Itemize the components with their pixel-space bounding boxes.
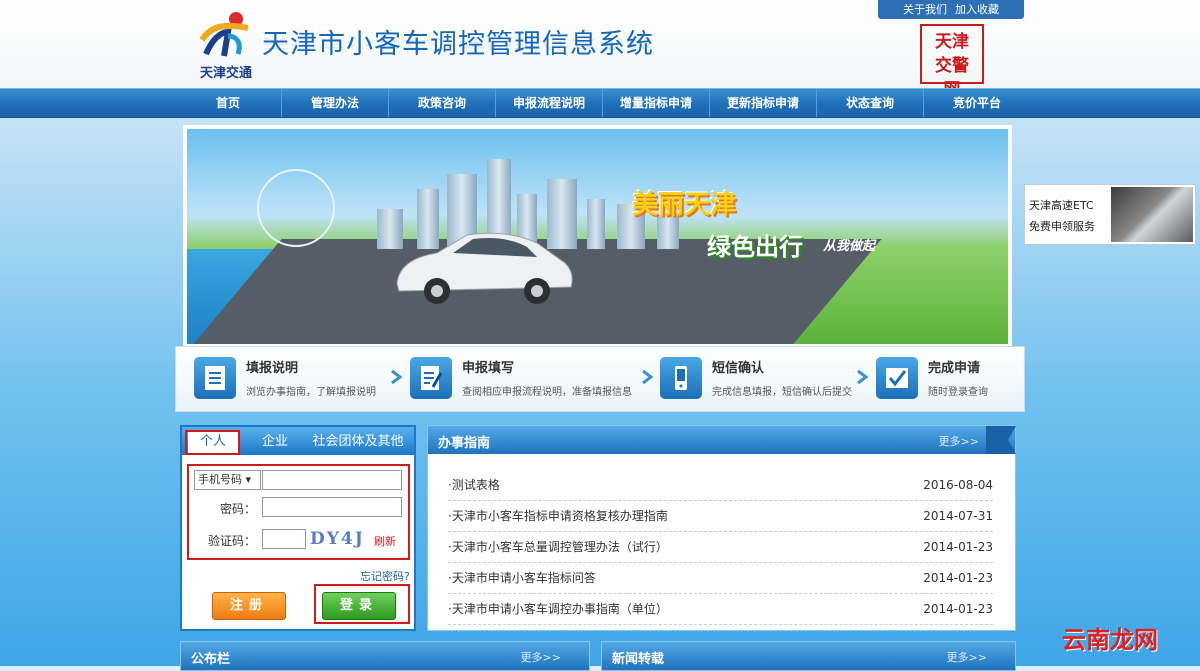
nav-policy-consult[interactable]: 政策咨询 [389, 89, 496, 117]
step-desc: 随时登录查询 [928, 387, 988, 398]
notice-more-link[interactable]: 更多>> [521, 649, 561, 665]
password-input[interactable] [262, 497, 402, 517]
add-favorite-link[interactable]: 加入收藏 [955, 3, 999, 16]
banner-slogan-green-travel: 绿色出行 [707, 233, 803, 261]
step-title: 完成申请 [928, 361, 981, 376]
captcha-input[interactable] [262, 529, 306, 549]
chevron-right-icon [857, 369, 868, 385]
logo-text: 天津交通 [199, 66, 252, 81]
nav-new-quota[interactable]: 增量指标申请 [603, 89, 710, 117]
application-steps: 填报说明 浏览办事指南，了解填报说明 申报填写 查阅相应申报流程说明，准备填报信… [175, 346, 1025, 412]
service-guide-panel: 办事指南 更多>> ·测试表格 2016-08-04 ·天津市小客车指标申请资格复… [427, 425, 1016, 631]
notice-board-header: 公布栏 更多>> [180, 641, 590, 671]
news-title: 新闻转载 [612, 652, 665, 667]
forgot-password-link[interactable]: 忘记密码? [360, 568, 410, 584]
about-us-link[interactable]: 关于我们 [903, 3, 947, 16]
captcha-image[interactable]: DY4J [310, 529, 368, 551]
notice-title: 公布栏 [191, 652, 231, 667]
password-row: 密码： [190, 497, 406, 519]
mobile-phone-icon [660, 357, 702, 399]
nav-status-query[interactable]: 状态查询 [817, 89, 924, 117]
nav-management-rules[interactable]: 管理办法 [282, 89, 389, 117]
step-sms-confirm: 短信确认 完成信息填报，短信确认后提交 [660, 355, 852, 405]
etc-ad[interactable]: 天津高速ETC 免费申领服务 [1024, 184, 1196, 245]
edit-form-icon [410, 357, 452, 399]
nav-process-guide[interactable]: 申报流程说明 [496, 89, 603, 117]
guide-item-date: 2014-01-23 [923, 540, 993, 554]
ferris-wheel-icon [257, 169, 335, 247]
step-fill-application: 申报填写 查阅相应申报流程说明，准备填报信息 [410, 355, 632, 405]
guide-item-title: ·天津市小客车指标申请资格复核办理指南 [448, 509, 668, 523]
step-fill-instructions: 填报说明 浏览办事指南，了解填报说明 [194, 355, 384, 405]
nav-home[interactable]: 首页 [175, 89, 282, 117]
nav-bidding-platform[interactable]: 竞价平台 [924, 89, 1030, 117]
news-more-link[interactable]: 更多>> [947, 649, 987, 665]
password-label: 密码： [220, 502, 257, 516]
list-item[interactable]: ·天津市申请小客车指标问答 2014-01-23 [448, 563, 993, 594]
phone-input[interactable] [262, 470, 402, 490]
guide-item-date: 2014-07-31 [923, 509, 993, 523]
id-type-select[interactable]: 手机号码 ▾ [194, 470, 261, 490]
captcha-row: 验证码： DY4J 刷新 [190, 529, 406, 551]
guide-header: 办事指南 更多>> [428, 426, 1016, 454]
chevron-right-icon [391, 369, 402, 385]
banner-slogan-beautiful-tianjin: 美丽天津 [632, 190, 737, 220]
guide-list: ·测试表格 2016-08-04 ·天津市小客车指标申请资格复核办理指南 2014-… [448, 470, 993, 625]
captcha-label: 验证码： [208, 534, 257, 548]
etc-line2: 免费申领服务 [1029, 220, 1095, 233]
site-title-reflection: 天津市小客车调控管理信息系统 [262, 35, 654, 51]
step-title: 填报说明 [246, 361, 299, 376]
chevron-right-icon [642, 369, 653, 385]
etc-card-image [1111, 187, 1193, 242]
car-icon [396, 232, 573, 304]
guide-item-date: 2016-08-04 [923, 478, 993, 492]
guide-more-link[interactable]: 更多>> [939, 433, 979, 449]
list-item[interactable]: ·测试表格 2016-08-04 [448, 470, 993, 501]
register-button[interactable]: 注册 [212, 592, 286, 620]
banner-slogan-start-with-me: 从我做起 [823, 239, 876, 254]
list-item[interactable]: ·天津市小客车指标申请资格复核办理指南 2014-07-31 [448, 501, 993, 532]
step-desc: 完成信息填报，短信确认后提交 [712, 387, 852, 398]
site-header: 天津交通 天津市小客车调控管理信息系统 天津市小客车调控管理信息系统 关于我们加… [0, 0, 1200, 100]
main-nav: 首页 管理办法 政策咨询 申报流程说明 增量指标申请 更新指标申请 状态查询 竞… [0, 88, 1200, 118]
captcha-refresh-link[interactable]: 刷新 [374, 533, 396, 549]
hero-banner: 美丽天津 绿色出行 从我做起 [183, 125, 1012, 348]
guide-item-title: ·测试表格 [448, 478, 500, 492]
id-row: 手机号码 ▾ [190, 470, 406, 492]
step-complete: 完成申请 随时登录查询 [876, 355, 1066, 405]
ribbon-flag-icon [986, 426, 1016, 454]
login-panel: 个人 企业 社会团体及其他 手机号码 ▾ 密码： 验证码： DY4J 刷新 忘记… [180, 425, 416, 631]
guide-item-date: 2014-01-23 [923, 602, 993, 616]
step-desc: 浏览办事指南，了解填报说明 [246, 387, 376, 398]
step-title: 短信确认 [712, 361, 765, 376]
guide-item-title: ·天津市申请小客车指标问答 [448, 571, 596, 585]
list-item[interactable]: ·天津市小客车总量调控管理办法（试行） 2014-01-23 [448, 532, 993, 563]
watermark: 云南龙网 [1062, 625, 1158, 654]
login-button[interactable]: 登录 [322, 592, 396, 620]
logo[interactable]: 天津交通 [190, 10, 260, 81]
tab-enterprise[interactable]: 企业 [252, 430, 298, 454]
nav-update-quota[interactable]: 更新指标申请 [710, 89, 817, 117]
guide-item-title: ·天津市申请小客车调控办事指南（单位） [448, 602, 668, 616]
list-item[interactable]: ·天津市申请小客车调控办事指南（单位） 2014-01-23 [448, 594, 993, 625]
etc-line1: 天津高速ETC [1029, 199, 1094, 212]
tianjin-transport-logo-icon [199, 12, 249, 57]
step-title: 申报填写 [462, 361, 515, 376]
step-desc: 查阅相应申报流程说明，准备填报信息 [462, 387, 632, 398]
highlight-box [185, 430, 240, 455]
guide-title: 办事指南 [438, 436, 491, 451]
guide-item-date: 2014-01-23 [923, 571, 993, 585]
tianjin-police-seal[interactable]: 天津交警网 [920, 24, 984, 100]
news-header: 新闻转载 更多>> [601, 641, 1016, 671]
top-links: 关于我们 加入收藏 [878, 0, 1024, 19]
document-icon [194, 357, 236, 399]
tab-organization[interactable]: 社会团体及其他 [308, 430, 408, 454]
checkmark-icon [876, 357, 918, 399]
id-type-value: 手机号码 [198, 473, 242, 486]
guide-item-title: ·天津市小客车总量调控管理办法（试行） [448, 540, 668, 554]
